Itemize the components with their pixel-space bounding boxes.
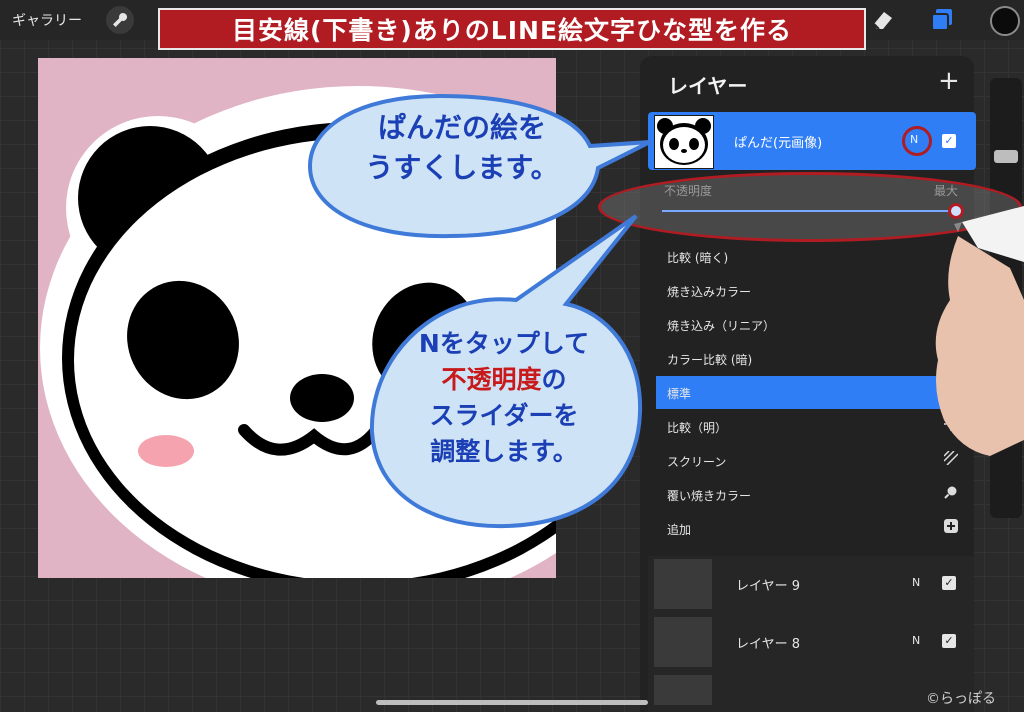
home-indicator <box>376 700 648 705</box>
watermark: ©らっぽる <box>926 691 996 707</box>
hand-with-stylus <box>935 206 1024 456</box>
